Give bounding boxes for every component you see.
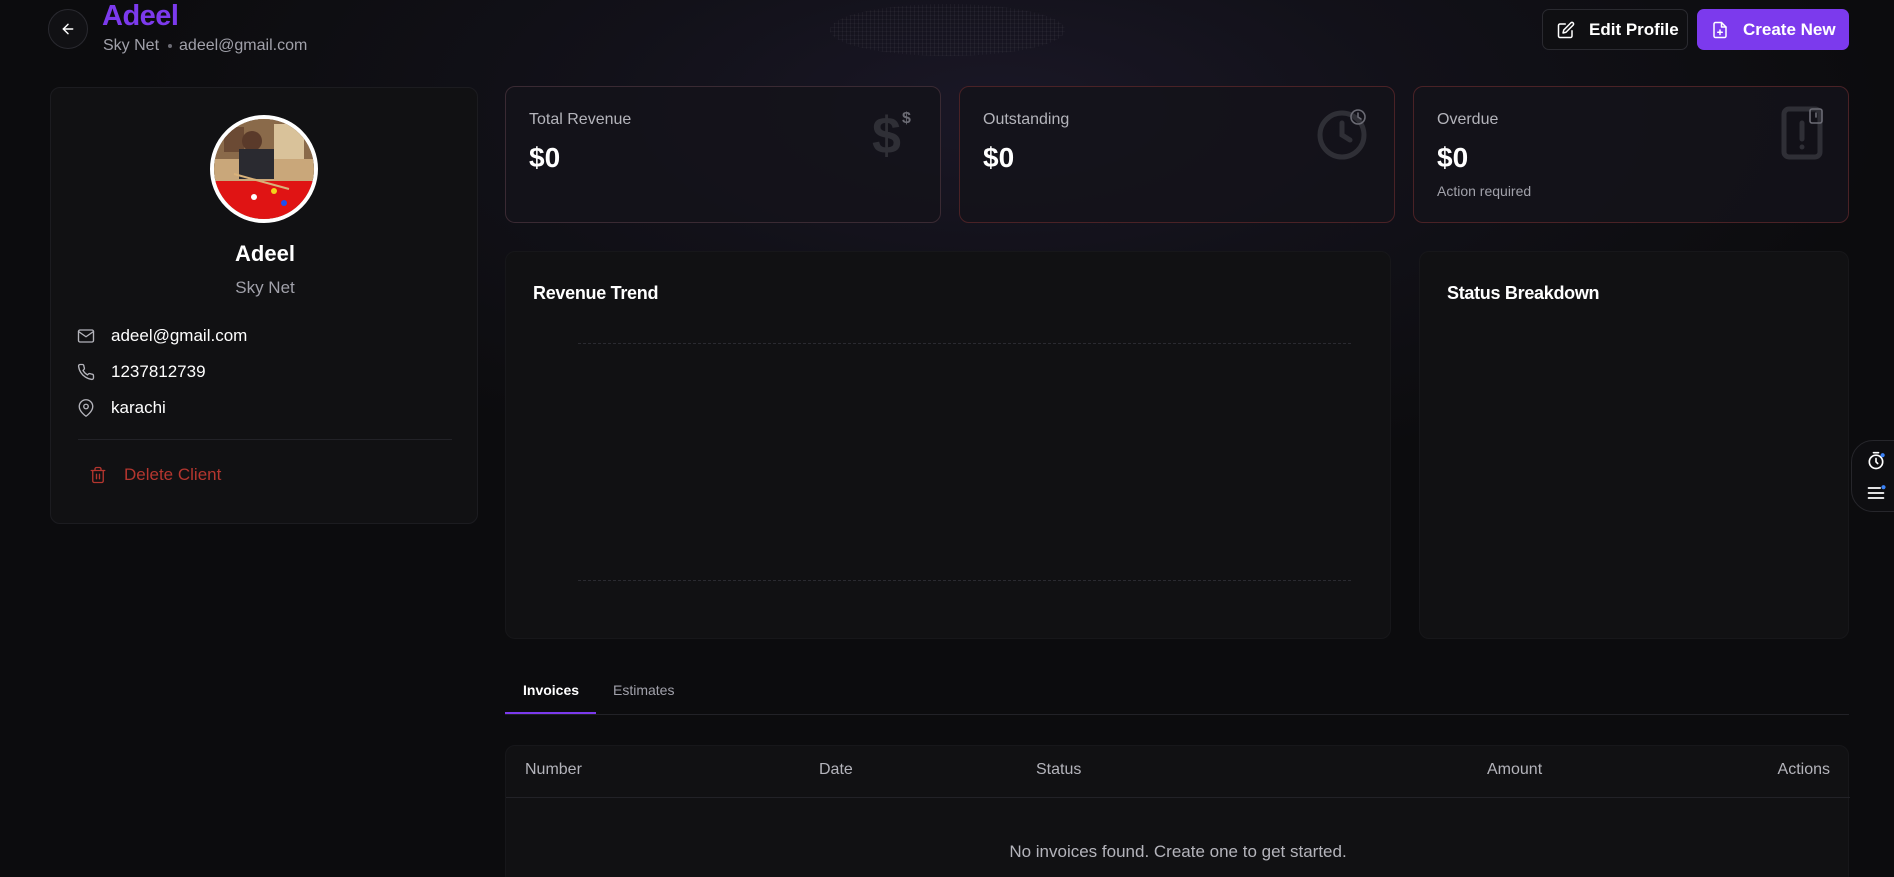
column-header-number[interactable]: Number bbox=[525, 761, 582, 779]
file-plus-icon bbox=[1713, 21, 1727, 38]
chart-grid-line bbox=[578, 580, 1351, 581]
profile-name: Adeel bbox=[235, 241, 295, 266]
mail-icon bbox=[77, 329, 95, 343]
tab-invoices[interactable]: Invoices bbox=[523, 682, 579, 698]
column-header-date[interactable]: Date bbox=[819, 761, 853, 779]
page-title: Adeel bbox=[102, 0, 179, 32]
delete-client-label: Delete Client bbox=[124, 465, 222, 484]
back-button[interactable] bbox=[48, 9, 88, 49]
list-icon[interactable] bbox=[1866, 483, 1886, 503]
stat-value: $0 bbox=[529, 142, 561, 173]
create-new-label: Create New bbox=[1743, 19, 1836, 39]
client-subtitle: Sky Net adeel@gmail.com bbox=[103, 37, 307, 55]
empty-state-message: No invoices found. Create one to get sta… bbox=[1009, 842, 1347, 861]
header-email: adeel@gmail.com bbox=[179, 37, 308, 54]
stat-card-total-revenue: Total Revenue $0 $ $ bbox=[505, 86, 941, 223]
location-row: karachi bbox=[77, 398, 166, 418]
stat-card-outstanding: Outstanding $0 bbox=[959, 86, 1395, 223]
edit-icon bbox=[1557, 21, 1575, 38]
profile-company: Sky Net bbox=[235, 278, 295, 297]
create-new-button[interactable]: Create New bbox=[1697, 9, 1849, 50]
chart-grid-line bbox=[578, 343, 1351, 344]
edit-profile-button[interactable]: Edit Profile bbox=[1542, 9, 1688, 50]
table-header-divider bbox=[506, 797, 1850, 798]
trash-icon bbox=[90, 466, 106, 484]
status-breakdown-panel: Status Breakdown bbox=[1419, 251, 1849, 639]
column-header-status[interactable]: Status bbox=[1036, 761, 1081, 779]
tabs-divider bbox=[505, 714, 1849, 715]
delete-client-button[interactable]: Delete Client bbox=[89, 465, 221, 485]
dollar-icon: $ $ bbox=[872, 107, 911, 161]
profile-phone: 1237812739 bbox=[111, 362, 206, 381]
tab-estimates[interactable]: Estimates bbox=[613, 682, 674, 698]
profile-card: Adeel Sky Net adeel@gmail.com 1237812739… bbox=[50, 87, 478, 524]
stat-label: Overdue bbox=[1437, 111, 1499, 128]
stat-label: Total Revenue bbox=[529, 111, 632, 128]
svg-text:$: $ bbox=[872, 107, 901, 161]
stat-value: $0 bbox=[983, 142, 1015, 173]
timer-icon[interactable] bbox=[1866, 451, 1886, 471]
stat-value: $0 bbox=[1437, 142, 1469, 173]
floating-side-widget bbox=[1851, 440, 1894, 512]
profile-email: adeel@gmail.com bbox=[111, 326, 248, 345]
phone-row: 1237812739 bbox=[77, 362, 206, 382]
arrow-left-icon bbox=[62, 23, 74, 35]
revenue-trend-title: Revenue Trend bbox=[533, 283, 659, 303]
column-header-actions: Actions bbox=[1777, 761, 1830, 778]
header-decoration bbox=[830, 4, 1065, 56]
column-header-amount[interactable]: Amount bbox=[1487, 761, 1542, 779]
avatar bbox=[210, 115, 318, 223]
stat-label: Outstanding bbox=[983, 111, 1070, 128]
stat-note: Action required bbox=[1437, 183, 1532, 199]
map-pin-icon bbox=[78, 399, 94, 417]
revenue-trend-panel: Revenue Trend bbox=[505, 251, 1391, 639]
active-tab-indicator bbox=[505, 712, 596, 714]
edit-profile-label: Edit Profile bbox=[1589, 19, 1679, 39]
divider bbox=[78, 439, 452, 440]
avatar-photo bbox=[214, 119, 314, 219]
profile-location: karachi bbox=[111, 398, 166, 417]
header-company: Sky Net bbox=[103, 37, 160, 54]
alert-file-icon bbox=[1781, 106, 1823, 160]
stat-card-overdue: Overdue $0 Action required bbox=[1413, 86, 1849, 223]
phone-icon bbox=[77, 363, 95, 381]
clock-icon bbox=[1317, 109, 1367, 160]
status-breakdown-title: Status Breakdown bbox=[1447, 283, 1600, 303]
email-row: adeel@gmail.com bbox=[77, 326, 247, 346]
separator-dot bbox=[168, 44, 173, 48]
invoices-table: Number Date Status Amount Actions No inv… bbox=[505, 745, 1850, 877]
svg-text:$: $ bbox=[902, 110, 911, 127]
